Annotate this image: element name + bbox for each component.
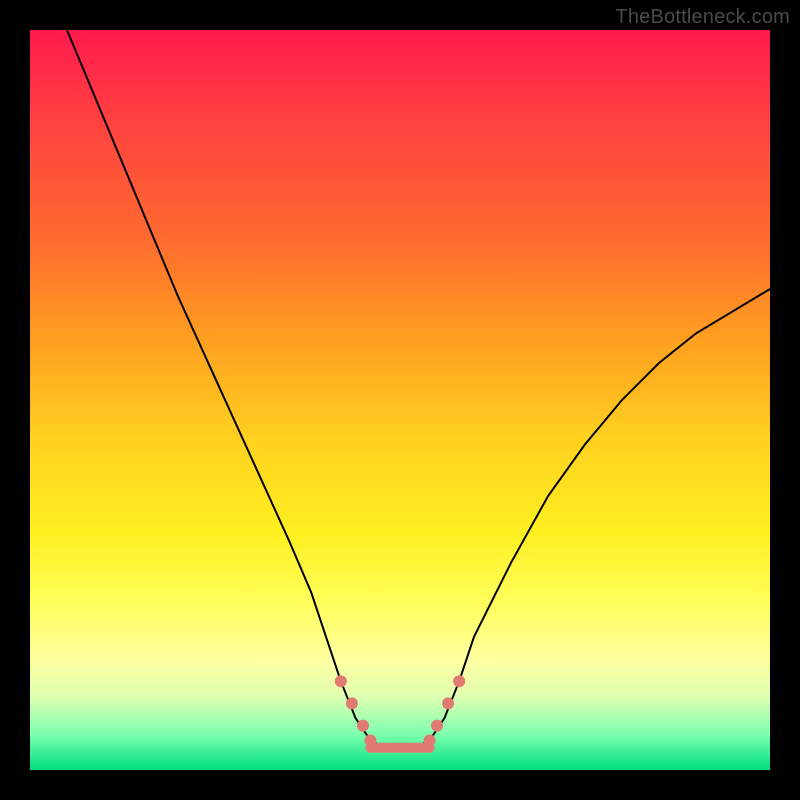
plot-area: [30, 30, 770, 770]
highlight-dot: [453, 675, 465, 687]
highlight-dot: [424, 734, 436, 746]
highlight-dot: [364, 734, 376, 746]
highlight-dot: [431, 720, 443, 732]
highlight-dot: [335, 675, 347, 687]
highlight-marker-group: [335, 675, 465, 746]
watermark-label: TheBottleneck.com: [615, 6, 790, 29]
chart-frame: TheBottleneck.com: [0, 0, 800, 800]
bottleneck-curve-line: [67, 30, 770, 748]
highlight-dot: [442, 697, 454, 709]
highlight-dot: [346, 697, 358, 709]
bottleneck-chart-svg: [30, 30, 770, 770]
highlight-dot: [357, 720, 369, 732]
